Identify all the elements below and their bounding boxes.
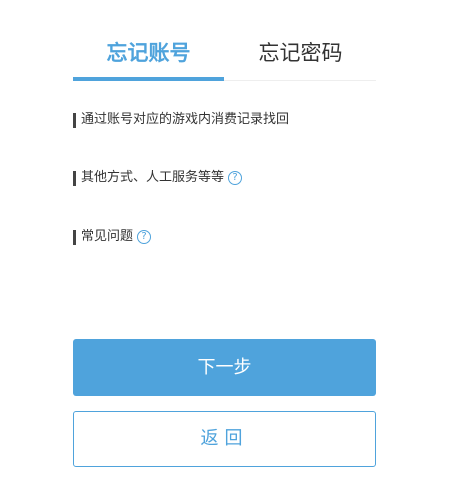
back-button[interactable]: 返回 [73, 411, 376, 467]
question-circle-icon[interactable]: ? [228, 171, 243, 185]
next-step-button[interactable]: 下一步 [73, 339, 376, 396]
option-marker [73, 229, 76, 245]
option-consumption-record[interactable]: 通过账号对应的游戏内消费记录找回 [73, 111, 289, 129]
tab-bar: 忘记账号 忘记密码 [73, 0, 376, 82]
tab-divider [224, 80, 376, 81]
option-faq[interactable]: 常见问题 ? [73, 228, 152, 246]
active-tab-indicator [73, 77, 224, 81]
option-other-methods[interactable]: 其他方式、人工服务等等 ? [73, 169, 243, 187]
question-circle-icon[interactable]: ? [137, 230, 152, 244]
option-marker [73, 170, 76, 186]
option-label: 常见问题 [81, 229, 134, 244]
option-label: 其他方式、人工服务等等 [81, 170, 225, 185]
option-marker [73, 112, 76, 128]
tab-forgot-password[interactable]: 忘记密码 [225, 38, 376, 68]
tab-forgot-account[interactable]: 忘记账号 [73, 38, 224, 68]
option-label: 通过账号对应的游戏内消费记录找回 [81, 112, 290, 127]
